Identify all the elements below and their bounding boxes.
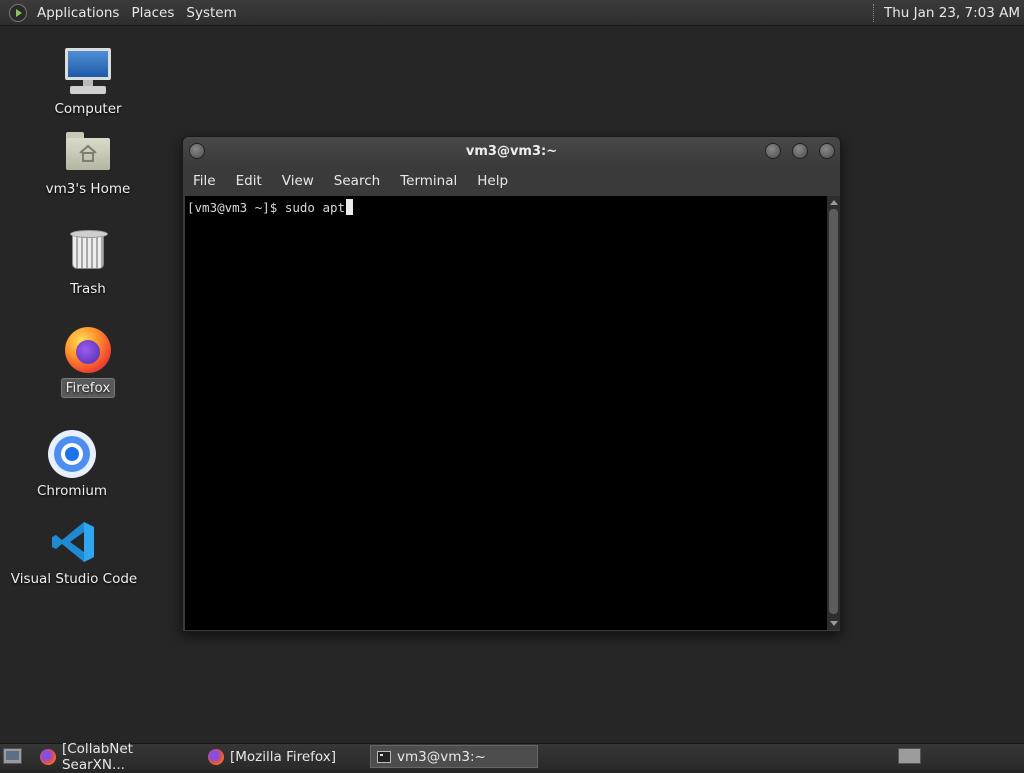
firefox-icon bbox=[208, 748, 224, 765]
bottom-panel: [CollabNet SearXN... [Mozilla Firefox] v… bbox=[0, 741, 1024, 773]
terminal-titlebar[interactable]: vm3@vm3:~ bbox=[183, 137, 840, 167]
menu-edit[interactable]: Edit bbox=[226, 173, 272, 189]
firefox-icon bbox=[40, 748, 56, 765]
close-button[interactable] bbox=[819, 143, 835, 159]
taskbar-item-label: vm3@vm3:~ bbox=[397, 748, 486, 765]
terminal-menubar: File Edit View Search Terminal Help bbox=[183, 167, 840, 195]
computer-icon bbox=[62, 46, 114, 98]
taskbar-item-searxng[interactable]: [CollabNet SearXN... bbox=[34, 741, 200, 773]
desktop-icon-chromium[interactable]: Chromium bbox=[12, 428, 132, 500]
terminal-output[interactable]: [vm3@vm3 ~]$ sudo apt bbox=[185, 196, 827, 630]
taskbar-item-firefox[interactable]: [Mozilla Firefox] bbox=[202, 745, 366, 768]
firefox-icon bbox=[62, 324, 114, 376]
show-desktop-icon[interactable] bbox=[3, 748, 22, 764]
terminal-icon bbox=[377, 750, 391, 763]
scroll-up-arrow-icon[interactable] bbox=[830, 200, 838, 205]
menu-view[interactable]: View bbox=[272, 173, 324, 189]
clock[interactable]: Thu Jan 23, 7:03 AM bbox=[884, 5, 1024, 21]
terminal-window: vm3@vm3:~ File Edit View Search Terminal… bbox=[182, 136, 841, 632]
menu-applications[interactable]: Applications bbox=[31, 5, 125, 21]
trash-icon bbox=[62, 226, 114, 278]
taskbar-item-label: [Mozilla Firefox] bbox=[230, 748, 337, 765]
taskbar-item-terminal[interactable]: vm3@vm3:~ bbox=[370, 745, 538, 768]
desktop-icon-label: Computer bbox=[54, 101, 122, 117]
scroll-thumb[interactable] bbox=[829, 209, 838, 614]
desktop-icon-trash[interactable]: Trash bbox=[28, 226, 148, 298]
desktop-icon-vscode[interactable]: Visual Studio Code bbox=[11, 516, 137, 588]
terminal-scrollbar[interactable] bbox=[827, 196, 840, 630]
desktop-icon-label: Chromium bbox=[36, 483, 108, 499]
chromium-icon bbox=[46, 428, 98, 480]
top-menu-bar: Applications Places System bbox=[0, 0, 243, 25]
home-folder-icon bbox=[62, 126, 114, 178]
menu-places[interactable]: Places bbox=[125, 5, 180, 21]
top-panel: Applications Places System Thu Jan 23, 7… bbox=[0, 0, 1024, 26]
scroll-down-arrow-icon[interactable] bbox=[830, 621, 838, 626]
text-cursor bbox=[346, 199, 354, 215]
menu-terminal[interactable]: Terminal bbox=[390, 173, 467, 189]
terminal-input: sudo apt bbox=[284, 199, 346, 215]
app-menu-icon[interactable] bbox=[9, 3, 27, 22]
menu-file[interactable]: File bbox=[183, 173, 226, 189]
menu-search[interactable]: Search bbox=[324, 173, 390, 189]
terminal-title: vm3@vm3:~ bbox=[465, 144, 558, 159]
terminal-prompt: [vm3@vm3 ~]$ bbox=[187, 199, 285, 215]
panel-separator bbox=[872, 3, 876, 22]
minimize-button[interactable] bbox=[765, 143, 781, 159]
desktop-icon-home[interactable]: vm3's Home bbox=[28, 126, 148, 198]
terminal-line: [vm3@vm3 ~]$ sudo apt bbox=[187, 199, 354, 215]
clock-area: Thu Jan 23, 7:03 AM bbox=[872, 0, 1024, 25]
desktop-icon-label: Trash bbox=[70, 281, 106, 297]
vscode-icon bbox=[48, 516, 100, 568]
desktop-icon-label: vm3's Home bbox=[45, 181, 131, 197]
workspace-switcher-icon[interactable] bbox=[898, 748, 921, 764]
desktop-icon-label: Firefox bbox=[60, 378, 116, 398]
maximize-button[interactable] bbox=[792, 143, 808, 159]
menu-system[interactable]: System bbox=[180, 5, 242, 21]
menu-help[interactable]: Help bbox=[467, 173, 518, 189]
desktop-icon-firefox[interactable]: Firefox bbox=[28, 324, 148, 398]
desktop-icon-label: Visual Studio Code bbox=[10, 571, 138, 587]
desktop-icon-computer[interactable]: Computer bbox=[28, 46, 148, 118]
